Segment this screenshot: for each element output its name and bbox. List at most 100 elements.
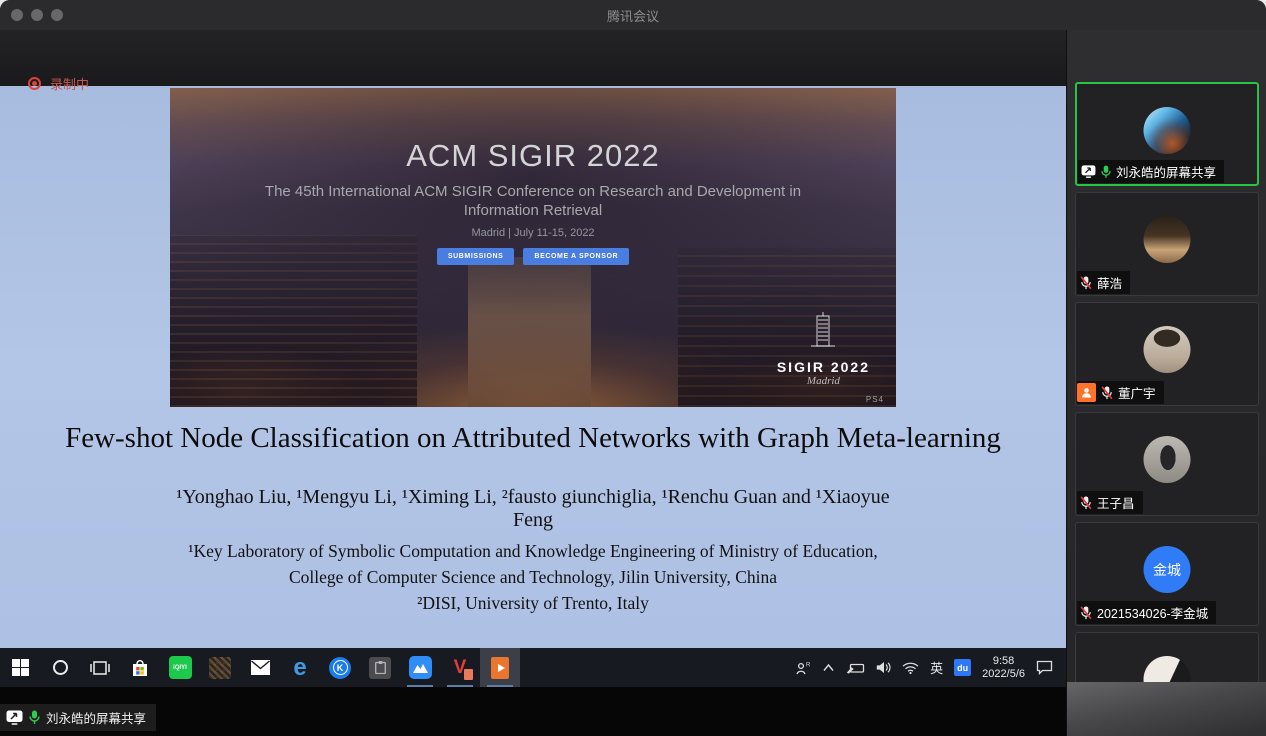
- iqiyi-icon: iQIYI: [169, 656, 192, 679]
- paper-affiliations: ¹Key Laboratory of Symbolic Computation …: [0, 538, 1066, 616]
- screen-share-icon: [1081, 165, 1096, 178]
- authors-line-1: ¹Yonghao Liu, ¹Mengyu Li, ¹Ximing Li, ²f…: [0, 486, 1066, 509]
- iqiyi-button[interactable]: iQIYI: [160, 648, 200, 687]
- banner-title: ACM SIGIR 2022: [170, 138, 896, 174]
- participant-label: 王子昌: [1077, 491, 1143, 514]
- svg-text:R: R: [806, 662, 811, 668]
- windows-logo-icon: [12, 659, 29, 676]
- pixel-app-icon: [209, 657, 231, 679]
- mic-muted-icon: [1080, 606, 1092, 620]
- meeting-top-strip: [0, 30, 1066, 86]
- participant-tile[interactable]: 金城 2021534026-李金城: [1075, 522, 1259, 626]
- k-app-button[interactable]: K: [320, 648, 360, 687]
- edge-button[interactable]: e: [280, 648, 320, 687]
- microsoft-store-button[interactable]: [120, 648, 160, 687]
- presentation-play-icon: [491, 657, 509, 679]
- participant-name: 王子昌: [1097, 493, 1135, 512]
- pixel-app-button[interactable]: [200, 648, 240, 687]
- screen-share-label-text: 刘永皓的屏幕共享: [46, 708, 146, 727]
- participant-tile-screen-share[interactable]: 刘永皓的屏幕共享: [1075, 82, 1259, 186]
- mic-on-icon: [1101, 165, 1111, 179]
- recording-indicator: 录制中: [28, 74, 89, 93]
- ime-language-indicator[interactable]: 英: [930, 658, 943, 677]
- banner-content: ACM SIGIR 2022 The 45th International AC…: [170, 88, 896, 265]
- macos-titlebar: 腾讯会议: [0, 0, 1266, 31]
- baidu-ime-icon[interactable]: du: [954, 659, 971, 676]
- paper-title: Few-shot Node Classification on Attribut…: [0, 422, 1066, 455]
- avatar: 金城: [1144, 546, 1191, 593]
- mic-on-icon: [29, 710, 40, 725]
- avatar-initials: 金城: [1153, 560, 1181, 580]
- participant-label: 董广宇: [1077, 381, 1164, 404]
- affiliation-line-3: ²DISI, University of Trento, Italy: [0, 590, 1066, 616]
- red-v-app-button[interactable]: V: [440, 648, 480, 687]
- people-icon[interactable]: R: [796, 661, 811, 675]
- participant-tile[interactable]: 董广宇: [1075, 302, 1259, 406]
- sigir-logo-subtitle: Madrid: [777, 375, 870, 387]
- presentation-app-button[interactable]: [480, 648, 520, 687]
- window-title: 腾讯会议: [0, 0, 1266, 30]
- store-bag-icon: [131, 658, 149, 677]
- conference-banner-image: ACM SIGIR 2022 The 45th International AC…: [170, 88, 896, 407]
- clipboard-app-icon: [369, 657, 391, 679]
- mic-muted-icon: [1101, 386, 1113, 400]
- avatar: [1144, 107, 1191, 154]
- banner-buttons: SUBMISSIONS BECOME A SPONSOR: [170, 248, 896, 265]
- participant-tile[interactable]: 薛浩: [1075, 192, 1259, 296]
- host-badge-icon: [1077, 383, 1096, 402]
- avatar: [1144, 216, 1191, 263]
- mail-envelope-icon: [251, 660, 270, 675]
- become-sponsor-button[interactable]: BECOME A SPONSOR: [523, 248, 629, 265]
- start-button[interactable]: [0, 648, 40, 687]
- affiliation-line-2: College of Computer Science and Technolo…: [0, 564, 1066, 590]
- participant-label: 薛浩: [1077, 271, 1130, 294]
- mail-button[interactable]: [240, 648, 280, 687]
- tencent-meeting-window: 腾讯会议 录制中 ACM SIGIR 2022 The 45th Interna…: [0, 0, 1266, 736]
- tencent-meeting-icon: [409, 656, 432, 679]
- banner-subtitle: The 45th International ACM SIGIR Confere…: [241, 183, 825, 221]
- screen-share-label: 刘永皓的屏幕共享: [0, 704, 156, 731]
- participant-name: 刘永皓的屏幕共享: [1116, 162, 1216, 181]
- task-view-icon: [90, 660, 110, 676]
- shared-screen-area: 录制中 ACM SIGIR 2022 The 45th Internationa…: [0, 30, 1066, 736]
- clipboard-app-button[interactable]: [360, 648, 400, 687]
- presentation-slide: ACM SIGIR 2022 The 45th International AC…: [0, 86, 1066, 648]
- tencent-meeting-taskbar-button[interactable]: [400, 648, 440, 687]
- meeting-bottom-strip: 刘永皓的屏幕共享: [0, 687, 1066, 736]
- taskbar-clock[interactable]: 9:58 2022/5/6: [982, 655, 1025, 681]
- participant-name: 2021534026-李金城: [1097, 603, 1208, 622]
- pen-tablet-icon[interactable]: [846, 662, 865, 674]
- panel-bottom-fade: [1067, 682, 1266, 736]
- cortana-circle-icon: [53, 660, 68, 675]
- mic-muted-icon: [1080, 276, 1092, 290]
- avatar: [1144, 436, 1191, 483]
- paper-authors: ¹Yonghao Liu, ¹Mengyu Li, ¹Ximing Li, ²f…: [0, 486, 1066, 532]
- recording-label: 录制中: [50, 74, 89, 93]
- ps4-sign: PS4: [866, 395, 884, 404]
- cortana-button[interactable]: [40, 648, 80, 687]
- action-center-icon[interactable]: [1036, 660, 1053, 675]
- recording-dot-icon: [28, 77, 41, 90]
- clock-date: 2022/5/6: [982, 668, 1025, 681]
- participant-tiles: 刘永皓的屏幕共享 薛浩: [1075, 82, 1259, 736]
- clock-time: 9:58: [982, 655, 1025, 668]
- banner-date-line: Madrid | July 11-15, 2022: [170, 227, 896, 239]
- participant-name: 董广宇: [1118, 383, 1156, 402]
- sigir-logo-title: SIGIR 2022: [777, 359, 870, 375]
- submissions-button[interactable]: SUBMISSIONS: [437, 248, 515, 265]
- windows-taskbar: iQIYI e K: [0, 648, 1066, 687]
- wifi-icon[interactable]: [902, 662, 919, 674]
- task-view-button[interactable]: [80, 648, 120, 687]
- k-app-icon: K: [329, 657, 351, 679]
- participant-label: 2021534026-李金城: [1077, 601, 1216, 624]
- screen-share-icon: [6, 710, 23, 725]
- participants-panel: 刘永皓的屏幕共享 薛浩: [1066, 30, 1266, 736]
- system-tray: R 英 du: [796, 648, 1066, 687]
- participant-tile[interactable]: 王子昌: [1075, 412, 1259, 516]
- show-hidden-icons-chevron[interactable]: [822, 663, 835, 672]
- speaker-icon[interactable]: [876, 661, 891, 674]
- sigir-logo: SIGIR 2022 Madrid: [777, 312, 870, 387]
- mic-muted-icon: [1080, 496, 1092, 510]
- sigir-building-icon: [801, 312, 845, 352]
- edge-icon: e: [293, 656, 306, 680]
